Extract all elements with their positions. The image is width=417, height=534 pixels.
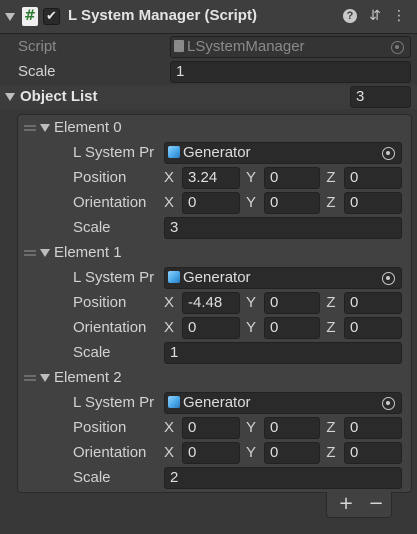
axis-x-label[interactable]: X xyxy=(162,319,176,336)
axis-x-label[interactable]: X xyxy=(162,294,176,311)
remove-element-button[interactable]: − xyxy=(364,493,388,515)
element-1-position-z[interactable]: 0 xyxy=(344,292,402,314)
axis-z-label[interactable]: Z xyxy=(324,319,338,336)
element-0-title: Element 0 xyxy=(54,119,122,136)
element-0-position-label: Position xyxy=(73,169,127,186)
axis-y-label[interactable]: Y xyxy=(244,419,258,436)
element-1-scale-label: Scale xyxy=(73,344,111,361)
component-header: # ✔ L System Manager (Script) ? ⇵ ⋮ xyxy=(0,0,417,34)
fold-arrow-icon[interactable] xyxy=(5,13,15,21)
element-1-lsystem-label: L System Pr xyxy=(73,269,155,286)
axis-y-label[interactable]: Y xyxy=(244,319,258,336)
element-2-scale-input[interactable]: 2 xyxy=(164,467,402,489)
element-0-scale-input[interactable]: 3 xyxy=(164,217,402,239)
object-picker-icon[interactable] xyxy=(382,397,395,410)
axis-y-label[interactable]: Y xyxy=(244,294,258,311)
element-0-position-y[interactable]: 0 xyxy=(264,167,320,189)
axis-y-label[interactable]: Y xyxy=(244,194,258,211)
element-0-orientation-y[interactable]: 0 xyxy=(264,192,320,214)
axis-y-label[interactable]: Y xyxy=(244,169,258,186)
element-2-lsystem-value: Generator xyxy=(183,394,251,411)
axis-x-label[interactable]: X xyxy=(162,419,176,436)
more-button[interactable]: ⋮ xyxy=(390,6,408,26)
help-button[interactable]: ? xyxy=(341,6,359,26)
axis-z-label[interactable]: Z xyxy=(324,169,338,186)
element-2-lsystem-label: L System Pr xyxy=(73,394,155,411)
element-0-orientation-x[interactable]: 0 xyxy=(182,192,240,214)
axis-x-label[interactable]: X xyxy=(162,444,176,461)
element-1-position-y[interactable]: 0 xyxy=(264,292,320,314)
axis-x-label[interactable]: X xyxy=(162,194,176,211)
element-1-position-label: Position xyxy=(73,294,127,311)
drag-handle-icon[interactable] xyxy=(24,375,36,381)
object-list-fold-arrow-icon[interactable] xyxy=(5,93,15,101)
element-0-lsystem-value: Generator xyxy=(183,144,251,161)
script-value: LSystemManager xyxy=(187,38,305,55)
object-picker-icon[interactable] xyxy=(391,41,404,54)
object-list-count-input[interactable]: 3 xyxy=(350,86,411,108)
script-field[interactable]: LSystemManager xyxy=(170,36,411,58)
element-2-fold-arrow-icon[interactable] xyxy=(40,374,50,382)
element-2-orientation-y[interactable]: 0 xyxy=(264,442,320,464)
element-2-orientation-x[interactable]: 0 xyxy=(182,442,240,464)
element-0-lsystem-field[interactable]: Generator xyxy=(164,142,402,164)
object-picker-icon[interactable] xyxy=(382,272,395,285)
script-file-icon xyxy=(174,40,184,52)
prefab-cube-icon xyxy=(168,271,180,283)
element-2-lsystem-field[interactable]: Generator xyxy=(164,392,402,414)
element-0-orientation-z[interactable]: 0 xyxy=(344,192,402,214)
axis-z-label[interactable]: Z xyxy=(324,444,338,461)
element-2-title: Element 2 xyxy=(54,369,122,386)
scale-label: Scale xyxy=(18,63,56,80)
element-1-fold-arrow-icon[interactable] xyxy=(40,249,50,257)
element-2-position-z[interactable]: 0 xyxy=(344,417,402,439)
element-1-lsystem-value: Generator xyxy=(183,269,251,286)
element-2-position-label: Position xyxy=(73,419,127,436)
element-1-lsystem-field[interactable]: Generator xyxy=(164,267,402,289)
element-0-position-z[interactable]: 0 xyxy=(344,167,402,189)
element-2-orientation-label: Orientation xyxy=(73,444,147,461)
scale-input[interactable]: 1 xyxy=(170,61,411,83)
preset-icon: ⇵ xyxy=(369,8,381,24)
preset-button[interactable]: ⇵ xyxy=(366,6,384,26)
drag-handle-icon[interactable] xyxy=(24,250,36,256)
element-1-orientation-z[interactable]: 0 xyxy=(344,317,402,339)
element-2-scale-label: Scale xyxy=(73,469,111,486)
element-1-position-x[interactable]: -4.48 xyxy=(182,292,240,314)
element-0-scale-label: Scale xyxy=(73,219,111,236)
object-list-header[interactable]: Object List 3 xyxy=(0,85,417,109)
axis-z-label[interactable]: Z xyxy=(324,294,338,311)
list-footer: + − xyxy=(326,492,392,518)
element-1-orientation-label: Orientation xyxy=(73,319,147,336)
axis-y-label[interactable]: Y xyxy=(244,444,258,461)
object-list-label: Object List xyxy=(20,88,98,105)
element-1-orientation-y[interactable]: 0 xyxy=(264,317,320,339)
axis-z-label[interactable]: Z xyxy=(324,194,338,211)
prefab-cube-icon xyxy=(168,146,180,158)
help-icon: ? xyxy=(343,9,357,23)
enabled-checkbox[interactable]: ✔ xyxy=(43,8,60,25)
prefab-cube-icon xyxy=(168,396,180,408)
element-0-fold-arrow-icon[interactable] xyxy=(40,124,50,132)
element-1-title: Element 1 xyxy=(54,244,122,261)
axis-x-label[interactable]: X xyxy=(162,169,176,186)
element-2-position-y[interactable]: 0 xyxy=(264,417,320,439)
add-element-button[interactable]: + xyxy=(334,493,358,515)
element-2-position-x[interactable]: 0 xyxy=(182,417,240,439)
element-0-orientation-label: Orientation xyxy=(73,194,147,211)
element-0-lsystem-label: L System Pr xyxy=(73,144,155,161)
element-0-position-x[interactable]: 3.24 xyxy=(182,167,240,189)
object-picker-icon[interactable] xyxy=(382,147,395,160)
script-label: Script xyxy=(18,38,57,55)
script-icon: # xyxy=(22,7,38,26)
component-title: L System Manager (Script) xyxy=(68,7,257,24)
axis-z-label[interactable]: Z xyxy=(324,419,338,436)
element-1-orientation-x[interactable]: 0 xyxy=(182,317,240,339)
drag-handle-icon[interactable] xyxy=(24,125,36,131)
more-icon: ⋮ xyxy=(392,8,406,24)
element-1-scale-input[interactable]: 1 xyxy=(164,342,402,364)
element-2-orientation-z[interactable]: 0 xyxy=(344,442,402,464)
